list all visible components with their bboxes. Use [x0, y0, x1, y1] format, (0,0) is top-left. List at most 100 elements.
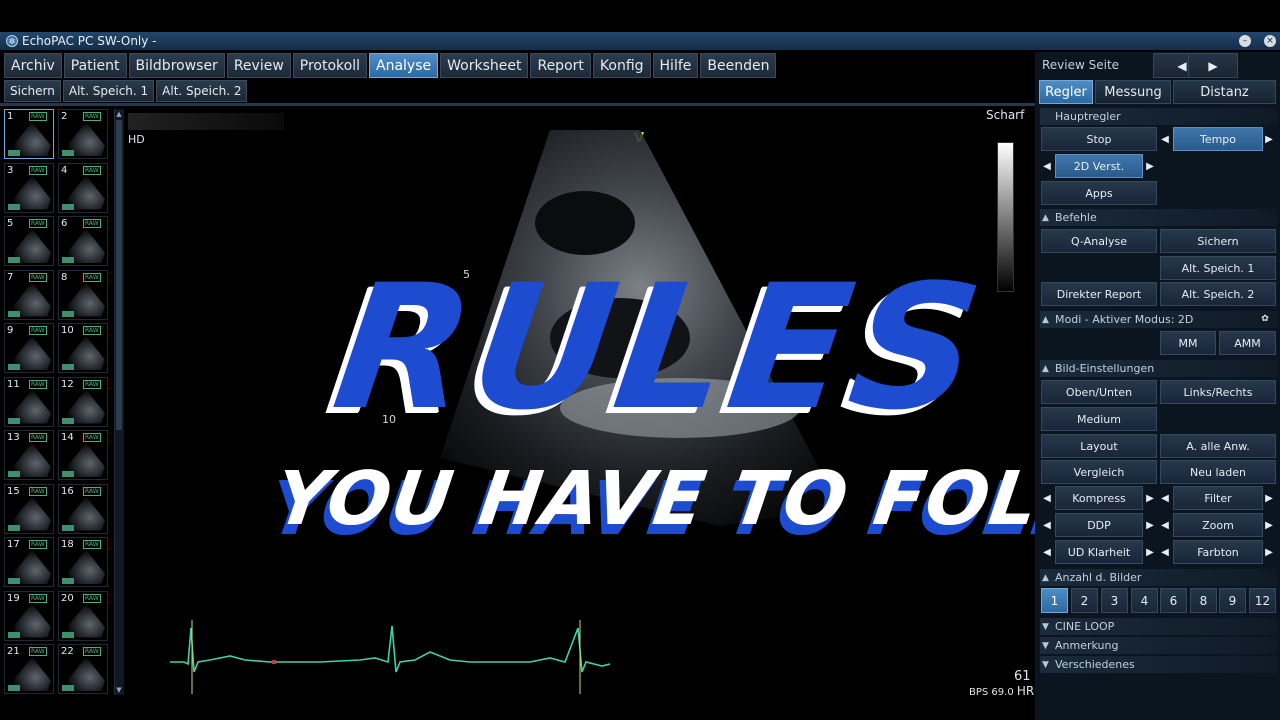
a-alle-anw-button[interactable]: A. alle Anw.	[1160, 434, 1276, 458]
thumbnail-11[interactable]: 11 RAW	[4, 376, 54, 427]
tab-regler[interactable]: Regler	[1039, 80, 1093, 104]
panel-sichern-button[interactable]: Sichern	[1160, 229, 1276, 253]
thumbnail-5[interactable]: 5 RAW	[4, 216, 54, 266]
farbton-left-icon[interactable]: ◀	[1160, 540, 1170, 564]
thumbnail-16[interactable]: 16 RAW	[58, 483, 108, 534]
next-page-button[interactable]: ▶	[1188, 53, 1238, 78]
section-hauptregler[interactable]: Hauptregler	[1040, 108, 1277, 125]
zoom-control[interactable]: Zoom	[1173, 513, 1263, 537]
mm-button[interactable]: MM	[1160, 331, 1216, 355]
farbton-control[interactable]: Farbton	[1173, 540, 1263, 564]
thumbnail-15[interactable]: 15 RAW	[4, 483, 54, 534]
thumbnail-9[interactable]: 9 RAW	[4, 323, 54, 373]
verst-right-icon[interactable]: ▶	[1145, 154, 1155, 178]
ud-klarheit-right-icon[interactable]: ▶	[1145, 540, 1155, 564]
count-12-button[interactable]: 12	[1249, 588, 1276, 613]
tab-distanz[interactable]: Distanz	[1173, 80, 1276, 104]
neu-laden-button[interactable]: Neu laden	[1160, 460, 1276, 484]
thumbnail-17[interactable]: 17 RAW	[4, 537, 54, 587]
verst-left-icon[interactable]: ◀	[1042, 154, 1052, 178]
kompress-right-icon[interactable]: ▶	[1145, 486, 1155, 510]
section-befehle[interactable]: ▲ Befehle	[1040, 209, 1277, 226]
tab-messung[interactable]: Messung	[1095, 80, 1171, 104]
vergleich-button[interactable]: Vergleich	[1041, 460, 1157, 484]
menu-worksheet[interactable]: Worksheet	[440, 53, 529, 78]
ud-klarheit-left-icon[interactable]: ◀	[1042, 540, 1052, 564]
menu-review[interactable]: Review	[226, 53, 291, 78]
tempo-right-icon[interactable]: ▶	[1264, 127, 1274, 151]
ud-klarheit-control[interactable]: UD Klarheit	[1055, 540, 1143, 564]
thumbnail-3[interactable]: 3 RAW	[4, 162, 54, 213]
thumbnail-6[interactable]: 6 RAW	[58, 216, 108, 266]
filter-left-icon[interactable]: ◀	[1160, 486, 1170, 510]
alt-speich-2-button[interactable]: Alt. Speich. 2	[156, 80, 248, 102]
thumbnail-22[interactable]: 22 RAW	[58, 644, 108, 694]
thumbnail-8[interactable]: 8 RAW	[58, 269, 108, 320]
section-bild-einstellungen[interactable]: ▲ Bild-Einstellungen	[1040, 360, 1277, 377]
menu-hilfe[interactable]: Hilfe	[652, 53, 699, 78]
medium-button[interactable]: Medium	[1041, 407, 1157, 431]
ddp-left-icon[interactable]: ◀	[1042, 513, 1052, 537]
scrollbar-thumb[interactable]	[116, 120, 122, 430]
count-9-button[interactable]: 9	[1219, 588, 1246, 613]
section-anzahl-bilder[interactable]: ▲ Anzahl d. Bilder	[1040, 569, 1277, 586]
menu-analyse[interactable]: Analyse	[369, 53, 439, 78]
q-analyse-button[interactable]: Q-Analyse	[1041, 229, 1157, 253]
thumbnail-18[interactable]: 18 RAW	[58, 537, 108, 587]
zoom-right-icon[interactable]: ▶	[1264, 513, 1274, 537]
count-3-button[interactable]: 3	[1101, 588, 1128, 613]
kompress-control[interactable]: Kompress	[1055, 486, 1143, 510]
scroll-down-icon[interactable]: ▼	[114, 685, 124, 695]
count-1-button[interactable]: 1	[1041, 588, 1068, 613]
menu-protokoll[interactable]: Protokoll	[292, 53, 367, 78]
thumbnail-10[interactable]: 10 RAW	[58, 323, 108, 373]
oben-unten-button[interactable]: Oben/Unten	[1041, 380, 1157, 404]
thumbnail-12[interactable]: 12 RAW	[58, 376, 108, 427]
layout-button[interactable]: Layout	[1041, 434, 1157, 458]
count-4-button[interactable]: 4	[1131, 588, 1158, 613]
sichern-button[interactable]: Sichern	[4, 80, 61, 102]
scroll-up-icon[interactable]: ▲	[114, 109, 124, 119]
menu-report[interactable]: Report	[530, 53, 591, 78]
section-modi[interactable]: ▲ Modi - Aktiver Modus: 2D	[1040, 311, 1277, 328]
settings-icon[interactable]: ✿	[1259, 314, 1271, 326]
filter-control[interactable]: Filter	[1173, 486, 1263, 510]
menu-konfig[interactable]: Konfig	[592, 53, 651, 78]
section-cine-loop[interactable]: ▼ CINE LOOP	[1040, 618, 1277, 635]
2d-verst-control[interactable]: 2D Verst.	[1055, 154, 1143, 178]
alt-speich-1-button[interactable]: Alt. Speich. 1	[62, 80, 155, 102]
section-verschiedenes[interactable]: ▼ Verschiedenes	[1040, 656, 1277, 673]
section-anmerkung[interactable]: ▼ Anmerkung	[1040, 637, 1277, 654]
tempo-left-icon[interactable]: ◀	[1160, 127, 1170, 151]
thumbnail-21[interactable]: 21 RAW	[4, 644, 54, 694]
thumbnail-1[interactable]: 1 RAW	[4, 109, 54, 159]
thumbnail-20[interactable]: 20 RAW	[58, 590, 108, 641]
direkter-report-button[interactable]: Direkter Report	[1041, 282, 1157, 306]
kompress-left-icon[interactable]: ◀	[1042, 486, 1052, 510]
panel-alt-speich-1-button[interactable]: Alt. Speich. 1	[1160, 256, 1276, 280]
ddp-control[interactable]: DDP	[1055, 513, 1143, 537]
menu-bildbrowser[interactable]: Bildbrowser	[128, 53, 225, 78]
menu-archiv[interactable]: Archiv	[4, 53, 62, 78]
tempo-control[interactable]: Tempo	[1173, 127, 1263, 151]
thumbnail-14[interactable]: 14 RAW	[58, 430, 108, 480]
close-icon[interactable]: ×	[1264, 35, 1276, 47]
thumbnail-7[interactable]: 7 RAW	[4, 269, 54, 320]
filter-right-icon[interactable]: ▶	[1264, 486, 1274, 510]
count-2-button[interactable]: 2	[1071, 588, 1098, 613]
thumbnail-2[interactable]: 2 RAW	[58, 109, 108, 159]
count-8-button[interactable]: 8	[1190, 588, 1217, 613]
minimize-icon[interactable]: –	[1239, 35, 1251, 47]
links-rechts-button[interactable]: Links/Rechts	[1160, 380, 1276, 404]
count-6-button[interactable]: 6	[1160, 588, 1187, 613]
menu-patient[interactable]: Patient	[63, 53, 127, 78]
farbton-right-icon[interactable]: ▶	[1264, 540, 1274, 564]
apps-button[interactable]: Apps	[1041, 181, 1157, 205]
amm-button[interactable]: AMM	[1219, 331, 1276, 355]
thumbnail-13[interactable]: 13 RAW	[4, 430, 54, 480]
stop-button[interactable]: Stop	[1041, 127, 1157, 151]
thumbnail-4[interactable]: 4 RAW	[58, 162, 108, 213]
ddp-right-icon[interactable]: ▶	[1145, 513, 1155, 537]
menu-beenden[interactable]: Beenden	[700, 53, 777, 78]
panel-alt-speich-2-button[interactable]: Alt. Speich. 2	[1160, 282, 1276, 306]
